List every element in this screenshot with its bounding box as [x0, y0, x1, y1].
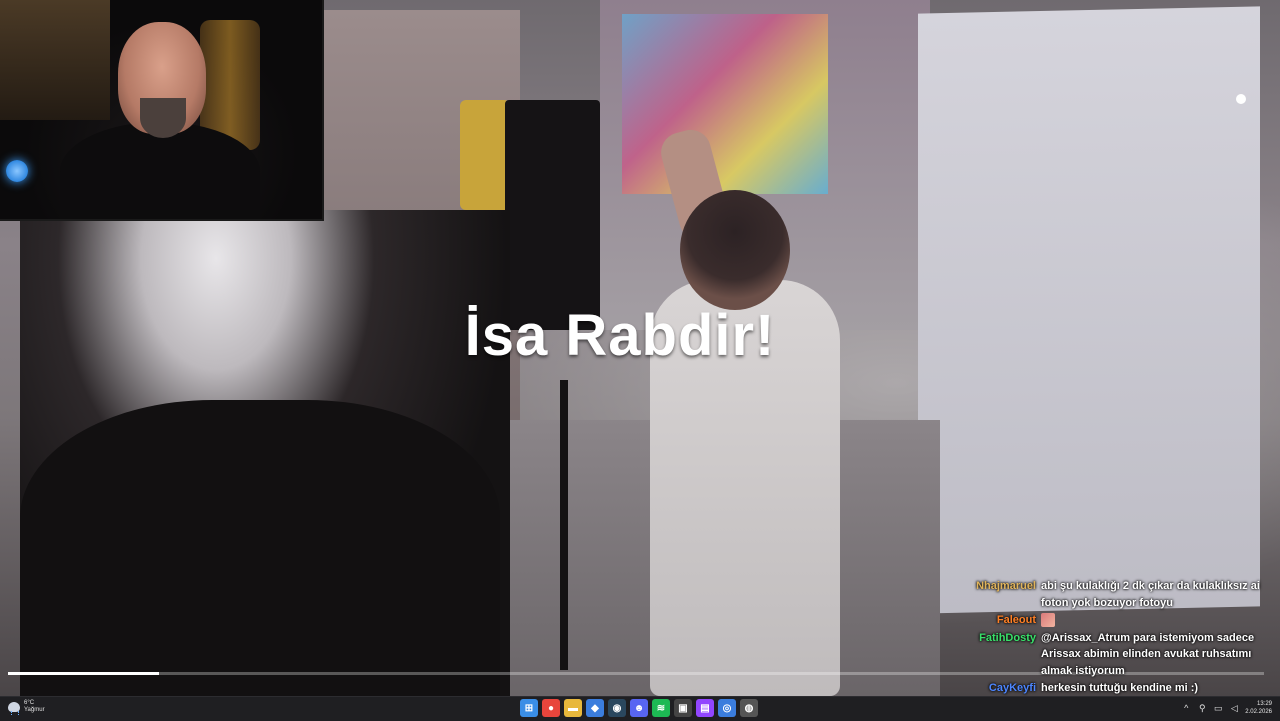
billboard: [622, 14, 828, 194]
chat-username[interactable]: Nhajmaruel: [960, 578, 1041, 611]
chat-overlay: Nhajmaruel abi şu kulaklığı 2 dk çıkar da…: [960, 578, 1278, 715]
obs-icon[interactable]: ◎: [718, 699, 736, 717]
streamer-webcam: [0, 0, 324, 221]
system-tray: ^ ⚲ ▭ ◁ 13:29 2.02.2026: [1181, 700, 1272, 716]
record-icon[interactable]: ◍: [740, 699, 758, 717]
app-icon[interactable]: ◆: [586, 699, 604, 717]
weather-desc: Yağmur: [24, 707, 45, 713]
chat-text: abi şu kulaklığı 2 dk çıkar da kulaklıks…: [1041, 580, 1260, 609]
discord-icon[interactable]: ☻: [630, 699, 648, 717]
bookshelf: [0, 0, 110, 120]
chat-username[interactable]: FatihDosty: [960, 630, 1041, 680]
spotify-icon[interactable]: ≋: [652, 699, 670, 717]
man-head: [680, 190, 790, 310]
chat-message: FatihDosty @Arissax_Atrum para istemiyom …: [960, 630, 1278, 680]
windows-start-icon[interactable]: ⊞: [520, 699, 538, 717]
volume-icon[interactable]: ◁: [1229, 703, 1239, 713]
weather-temp: 6°C: [24, 700, 35, 706]
emote-icon: [1041, 613, 1055, 628]
speaker: [505, 100, 600, 330]
steam-icon[interactable]: ◉: [608, 699, 626, 717]
chat-message: CayKeyfi herkesin tuttuğu kendine mi :): [960, 680, 1278, 697]
network-icon[interactable]: ▭: [1213, 703, 1223, 713]
rain-cloud-icon: [8, 702, 20, 715]
chat-username[interactable]: Faleout: [960, 612, 1041, 629]
twitch-icon[interactable]: ▤: [696, 699, 714, 717]
location-icon[interactable]: ⚲: [1197, 703, 1207, 713]
video-subtitle: İsa Rabdir!: [464, 303, 776, 368]
foreground-shoulder: [20, 400, 500, 696]
chat-message: Nhajmaruel abi şu kulaklığı 2 dk çıkar da…: [960, 578, 1278, 611]
file-explorer-icon[interactable]: ▬: [564, 699, 582, 717]
clock-time: 13:29: [1256, 701, 1272, 707]
tripod: [560, 380, 568, 670]
taskbar-apps: ⊞ ● ▬ ◆ ◉ ☻ ≋ ▣ ▤ ◎ ◍: [520, 699, 758, 717]
chevron-up-icon[interactable]: ^: [1181, 703, 1191, 713]
chat-text: [1041, 612, 1278, 629]
chat-text: @Arissax_Atrum para istemiyom sadece Ari…: [1041, 631, 1255, 677]
street-sign: [460, 100, 510, 210]
terminal-icon[interactable]: ▣: [674, 699, 692, 717]
light-dot: [1236, 94, 1246, 104]
clock-date: 2.02.2026: [1245, 709, 1272, 715]
video-progress-fill: [8, 672, 159, 675]
windows-taskbar: 6°C Yağmur ⊞ ● ▬ ◆ ◉ ☻ ≋ ▣ ▤ ◎ ◍ ^ ⚲ ▭ ◁ 13:29 2.0…: [0, 696, 1280, 721]
clock[interactable]: 13:29 2.02.2026: [1245, 700, 1272, 716]
chat-text: herkesin tuttuğu kendine mi :): [1041, 682, 1199, 694]
chat-message: Faleout: [960, 612, 1278, 629]
weather-widget[interactable]: 6°C Yağmur: [8, 700, 45, 715]
chat-username[interactable]: CayKeyfi: [960, 680, 1041, 697]
chrome-icon[interactable]: ●: [542, 699, 560, 717]
streamer-beard: [140, 98, 186, 138]
mic-light: [6, 160, 28, 182]
